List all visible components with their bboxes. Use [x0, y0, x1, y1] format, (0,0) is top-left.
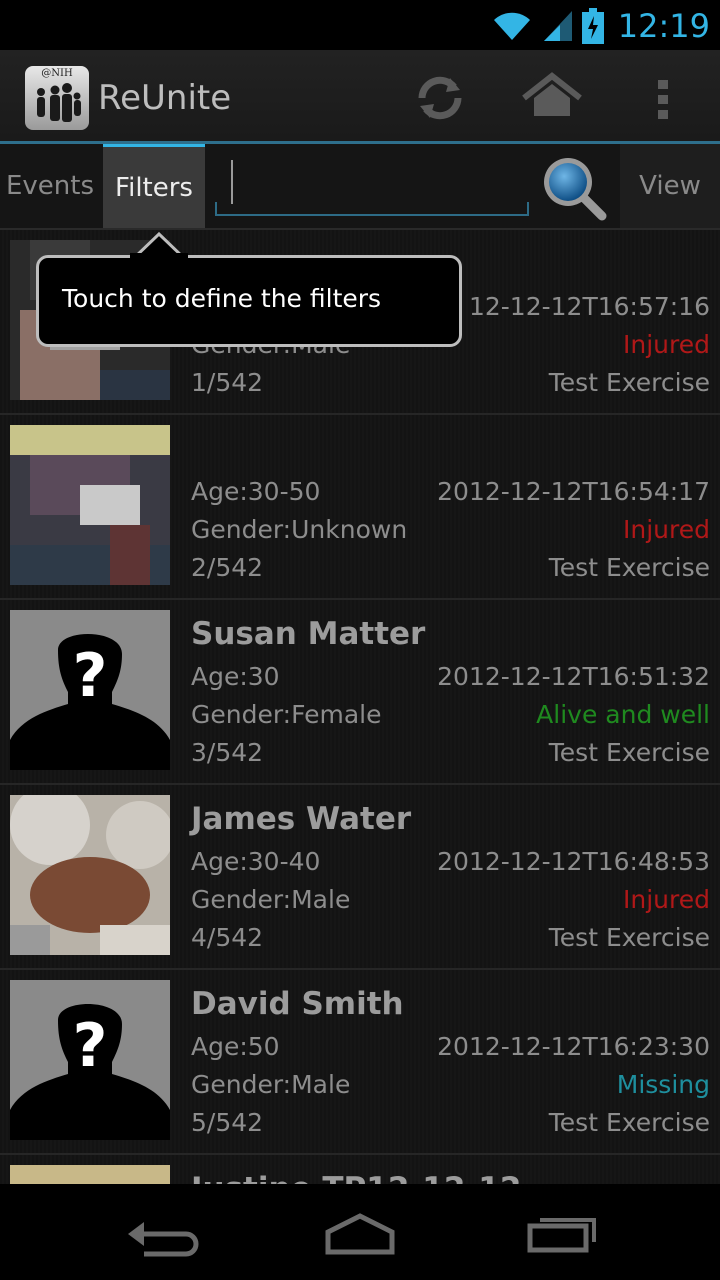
- clock: 12:19: [617, 7, 710, 45]
- event-name: Test Exercise: [548, 738, 710, 767]
- record-index: 3/542: [191, 738, 264, 767]
- person-placeholder-icon: ?: [10, 980, 170, 1140]
- svg-text:?: ?: [73, 1011, 108, 1081]
- refresh-button[interactable]: [410, 68, 470, 128]
- record-date: 2012-12-12T16:54:17: [437, 477, 710, 506]
- list-item[interactable]: James Water Age:30-40 Gender:Male 4/542 …: [0, 785, 720, 970]
- overflow-menu-icon: [658, 80, 668, 119]
- person-name: James Water: [191, 801, 412, 837]
- record-index: 4/542: [191, 923, 264, 952]
- tooltip-arrow-join: [130, 253, 188, 259]
- search-underline-right: [527, 202, 529, 216]
- signal-icon: [543, 11, 572, 41]
- event-name: Test Exercise: [548, 1108, 710, 1137]
- person-gender: Gender:Female: [191, 700, 382, 729]
- recent-apps-icon: [527, 1218, 596, 1253]
- person-age: Age:30-50: [191, 477, 321, 506]
- list-item[interactable]: ? David Smith Age:50 Gender:Male 5/542 2…: [0, 970, 720, 1155]
- recent-apps-button[interactable]: [522, 1202, 602, 1262]
- home-icon: [522, 72, 582, 116]
- text-cursor: [231, 160, 233, 204]
- svg-text:?: ?: [73, 641, 108, 711]
- tab-bar: Events Filters View: [0, 144, 720, 230]
- record-date: 2012-12-12T16:23:30: [437, 1032, 710, 1061]
- back-icon: [128, 1222, 199, 1257]
- app-logo-icon[interactable]: @NIH: [25, 66, 89, 130]
- person-age: Age:50: [191, 1032, 280, 1061]
- person-photo: [10, 795, 170, 955]
- person-age: Age:30: [191, 662, 280, 691]
- tooltip-text: Touch to define the filters: [62, 284, 382, 313]
- record-date: 2012-12-12T16:48:53: [437, 847, 710, 876]
- status-label: Missing: [616, 1070, 710, 1099]
- person-name: David Smith: [191, 986, 404, 1022]
- tab-events[interactable]: Events: [0, 144, 100, 228]
- record-date: 12-12-12T16:57:16: [468, 292, 710, 321]
- record-date: 2012-12-12T16:51:32: [437, 662, 710, 691]
- person-gender: Gender:Male: [191, 1070, 351, 1099]
- search-icon: [544, 158, 607, 221]
- tab-view[interactable]: View: [620, 144, 720, 228]
- status-icons: 12:19: [492, 6, 710, 46]
- search-button[interactable]: [538, 152, 610, 224]
- overflow-menu-button[interactable]: [648, 68, 678, 128]
- person-age: Age:30-40: [191, 847, 321, 876]
- wifi-icon: [493, 12, 530, 40]
- list-item[interactable]: Justine TP12-12-12: [0, 1155, 720, 1184]
- status-label: Injured: [623, 885, 710, 914]
- event-name: Test Exercise: [548, 553, 710, 582]
- home-nav-button[interactable]: [320, 1202, 400, 1262]
- list-item[interactable]: Age:30-50 Gender:Unknown 2/542 2012-12-1…: [0, 415, 720, 600]
- battery-charging-icon: [581, 8, 604, 44]
- search-input[interactable]: [215, 158, 529, 216]
- person-gender: Gender:Male: [191, 885, 351, 914]
- app-title: ReUnite: [98, 78, 232, 118]
- event-name: Test Exercise: [548, 368, 710, 397]
- person-name: Justine TP12-12-12: [191, 1171, 521, 1184]
- person-list: Gender:Male 1/542 12-12-12T16:57:16 Inju…: [0, 230, 720, 1184]
- status-bar: 12:19: [0, 0, 720, 50]
- navigation-bar: [0, 1184, 720, 1280]
- record-index: 2/542: [191, 553, 264, 582]
- tab-filters[interactable]: Filters: [103, 144, 205, 228]
- status-label: Alive and well: [536, 700, 710, 729]
- action-bar: @NIH ReUnite: [0, 50, 720, 144]
- record-index: 1/542: [191, 368, 264, 397]
- event-name: Test Exercise: [548, 923, 710, 952]
- list-item[interactable]: ? Susan Matter Age:30 Gender:Female 3/54…: [0, 600, 720, 785]
- person-name: Susan Matter: [191, 616, 426, 652]
- status-label: Injured: [623, 330, 710, 359]
- person-gender: Gender:Unknown: [191, 515, 408, 544]
- person-photo: [10, 1165, 170, 1184]
- search-underline-left: [215, 202, 217, 216]
- status-label: Injured: [623, 515, 710, 544]
- home-button[interactable]: [520, 68, 584, 128]
- back-button[interactable]: [120, 1202, 200, 1262]
- home-nav-icon: [325, 1213, 395, 1255]
- record-index: 5/542: [191, 1108, 264, 1137]
- refresh-icon: [418, 76, 462, 120]
- person-photo: [10, 425, 170, 585]
- person-placeholder-icon: ?: [10, 610, 170, 770]
